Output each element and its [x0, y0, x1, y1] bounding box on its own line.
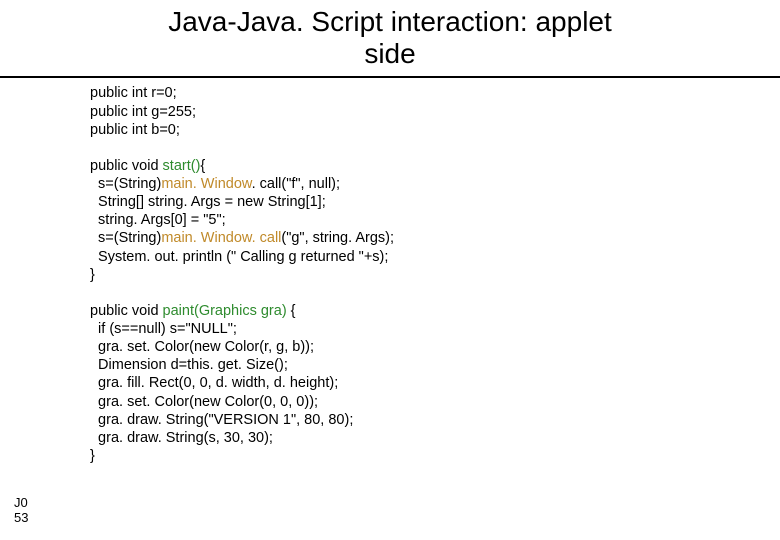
slide: Java-Java. Script interaction: applet si… — [0, 0, 780, 540]
code-line: Dimension d=this. get. Size(); — [90, 357, 288, 373]
code-line: gra. draw. String("VERSION 1", 80, 80); — [90, 412, 353, 428]
code-line: System. out. println (" Calling g return… — [90, 249, 388, 265]
slide-number-bottom: 53 — [14, 510, 28, 525]
code-line: public int b=0; — [90, 122, 180, 138]
title-divider — [0, 76, 780, 78]
code-line: gra. set. Color(new Color(r, g, b)); — [90, 339, 314, 355]
highlighted-call: main. Window. call — [161, 230, 281, 246]
slide-number-top: J0 — [14, 495, 28, 510]
code-line: public int r=0; — [90, 85, 177, 101]
title-line-2: side — [364, 38, 415, 69]
code-line: gra. fill. Rect(0, 0, d. width, d. heigh… — [90, 375, 338, 391]
code-line: public int g=255; — [90, 104, 196, 120]
code-line: gra. draw. String(s, 30, 30); — [90, 430, 273, 446]
method-name: paint(Graphics gra) — [163, 303, 287, 319]
code-line: } — [90, 267, 95, 283]
code-line: public void — [90, 158, 163, 174]
code-text: { — [287, 303, 296, 319]
code-text: s=(String) — [90, 176, 161, 192]
code-text: s=(String) — [90, 230, 161, 246]
code-text: { — [200, 158, 205, 174]
title-line-1: Java-Java. Script interaction: applet — [168, 6, 612, 37]
code-line: } — [90, 448, 95, 464]
slide-title: Java-Java. Script interaction: applet si… — [0, 0, 780, 70]
code-line: string. Args[0] = "5"; — [90, 212, 226, 228]
code-text: . call("f", null); — [252, 176, 340, 192]
code-line: if (s==null) s="NULL"; — [90, 321, 237, 337]
code-block: public int r=0; public int g=255; public… — [90, 84, 780, 465]
slide-number: J0 53 — [14, 496, 28, 526]
highlighted-call: main. Window — [161, 176, 251, 192]
code-text: ("g", string. Args); — [281, 230, 394, 246]
code-line: String[] string. Args = new String[1]; — [90, 194, 326, 210]
method-name: start() — [163, 158, 201, 174]
code-text: public void — [90, 303, 163, 319]
code-line: gra. set. Color(new Color(0, 0, 0)); — [90, 394, 318, 410]
